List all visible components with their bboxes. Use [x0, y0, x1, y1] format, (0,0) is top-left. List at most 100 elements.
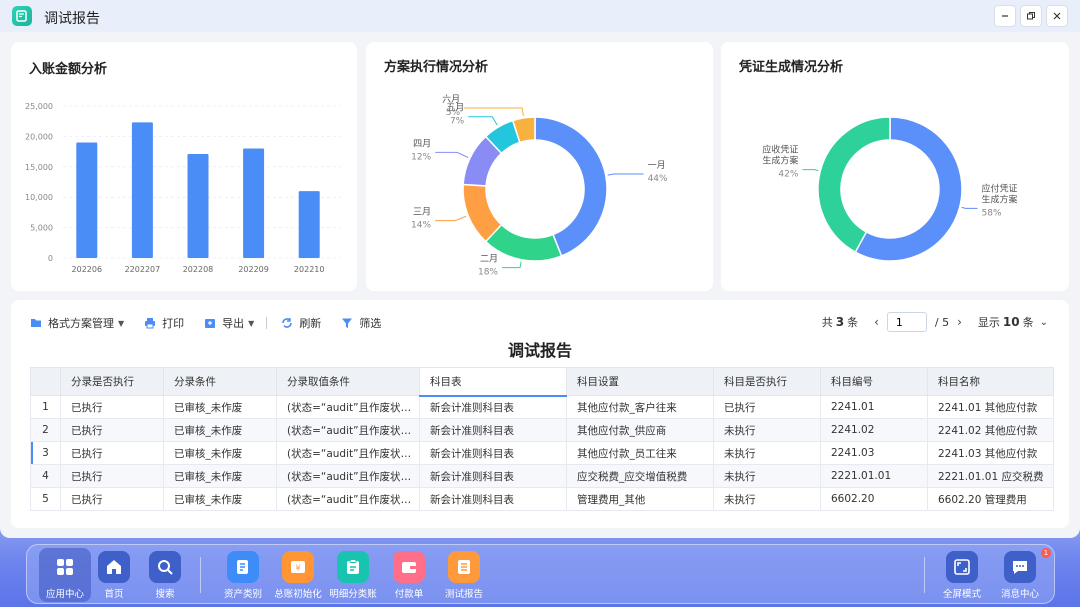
refresh-button[interactable]: 刷新 [281, 315, 321, 331]
dock-label: 总账初始化 [274, 589, 322, 600]
dock-item-ledger-init[interactable]: ¥ 总账初始化 [268, 551, 328, 600]
x-tick-label: 202208 [183, 265, 214, 274]
dock-item-detail-ledger[interactable]: 明细分类账 [323, 551, 383, 600]
search-icon [149, 551, 181, 583]
print-button[interactable]: 打印 [144, 315, 184, 331]
page-size-suffix[interactable]: 条 [1023, 314, 1034, 330]
total-pages: / 5 [934, 315, 950, 329]
column-header[interactable]: 分录条件 [163, 367, 277, 396]
slice-value-label: 18% [478, 268, 498, 278]
report-toolbar: 格式方案管理 ▼ 打印 导出 ▼ 刷新 筛选 [30, 314, 401, 332]
table-cell: 管理费用_其他 [566, 487, 714, 511]
column-header[interactable]: 科目编号 [820, 367, 928, 396]
y-tick-label: 5,000 [30, 224, 53, 233]
pagination: 共 3 条 ‹ / 5 › 显示 10 条 ⌄ [822, 312, 1056, 332]
table-row[interactable]: 4 已执行 已审核_未作废 (状态=“audit”且作废状态... 新会计准则科目表 应交… [30, 464, 1054, 488]
filter-icon [342, 318, 353, 328]
slice-label: 一月 [648, 160, 666, 171]
chevron-down-icon[interactable]: ⌄ [1040, 317, 1048, 328]
donut-slice [817, 116, 891, 254]
row-index: 2 [30, 418, 61, 442]
table-cell: 2221.01.01 应交税费 [927, 464, 1054, 488]
leader-line [502, 261, 522, 269]
page-size-prefix[interactable]: 显示 [978, 314, 1000, 330]
dock-item-payment[interactable]: 付款单 [379, 551, 439, 600]
slice-label: 应收凭证 [762, 144, 798, 156]
slice-value-label: 14% [411, 221, 431, 231]
leader-line [435, 151, 469, 158]
slice-value-label: 58% [982, 208, 1002, 218]
export-button[interactable]: 导出 ▼ [204, 315, 254, 331]
donut-slice [534, 116, 608, 257]
table-cell: 未执行 [713, 418, 821, 442]
page-size-value[interactable]: 10 [1003, 315, 1020, 329]
table-cell: 新会计准则科目表 [419, 464, 567, 488]
refresh-icon [282, 318, 293, 328]
format-scheme-button[interactable]: 格式方案管理 ▼ [30, 315, 124, 331]
voucher-chart-panel: 凭证生成情况分析 应付凭证 生成方案 58% 应收凭证 生成方案 42% [721, 42, 1069, 291]
table-row[interactable]: 2 已执行 已审核_未作废 (状态=“audit”且作废状态... 新会计准则科目表 其他… [30, 418, 1054, 442]
x-tick-label: 202209 [238, 265, 269, 274]
restore-button[interactable] [1020, 5, 1042, 27]
row-index: 3 [30, 441, 61, 465]
close-button[interactable] [1046, 5, 1068, 27]
column-header[interactable]: 分录取值条件 [276, 367, 420, 396]
dock-label: 资产类别 [223, 589, 262, 600]
next-page-icon[interactable]: › [957, 315, 962, 329]
table-cell: 其他应付款_客户往来 [566, 395, 714, 419]
bar [243, 148, 265, 258]
folder-icon [31, 319, 41, 327]
dock-label: 全屏模式 [942, 589, 981, 600]
column-header[interactable]: 科目是否执行 [713, 367, 821, 396]
table-cell: (状态=“audit”且作废状态... [276, 418, 420, 442]
filter-button[interactable]: 筛选 [341, 315, 381, 331]
table-row[interactable]: 5 已执行 已审核_未作废 (状态=“audit”且作废状态... 新会计准则科目表 管理… [30, 487, 1054, 511]
fullscreen-icon [946, 551, 978, 583]
bar [187, 154, 209, 258]
table-cell: 未执行 [713, 441, 821, 465]
y-tick-label: 0 [48, 254, 53, 263]
leader-line [435, 215, 467, 222]
prev-page-icon[interactable]: ‹ [874, 315, 879, 329]
column-header[interactable]: 科目设置 [566, 367, 714, 396]
table-cell: (状态=“audit”且作废状态... [276, 487, 420, 511]
table-cell: 2221.01.01 [820, 464, 928, 488]
table-cell: 2241.01 其他应付款 [927, 395, 1054, 419]
y-tick-label: 25,000 [25, 102, 53, 111]
dock-label: 消息中心 [1000, 589, 1039, 600]
table-cell: 应交税费_应交增值税费 [566, 464, 714, 488]
print-label: 打印 [162, 317, 185, 330]
minimize-button[interactable] [994, 5, 1016, 27]
column-header[interactable]: 分录是否执行 [60, 367, 164, 396]
page-number-input[interactable] [886, 312, 927, 332]
table-cell: 2241.02 [820, 418, 928, 442]
table-cell: 其他应付款_供应商 [566, 418, 714, 442]
dock-divider [924, 557, 925, 593]
table-row[interactable]: 3 已执行 已审核_未作废 (状态=“audit”且作废状态... 新会计准则科目表 其他… [30, 441, 1054, 465]
dock-item-asset-category[interactable]: 资产类别 [213, 551, 273, 600]
table-cell: 2241.02 其他应付款 [927, 418, 1054, 442]
table-row[interactable]: 1 已执行 已审核_未作废 (状态=“audit”且作废状态... 新会计准则科目表 其他… [30, 395, 1054, 419]
x-tick-label: 202206 [72, 265, 103, 274]
table-cell: (状态=“audit”且作废状态... [276, 464, 420, 488]
dock-item-fullscreen[interactable]: 全屏模式 [932, 551, 992, 600]
bottom-dock: 应用中心 首页 搜索 资产类别 ¥ 总账初始化 明细分类账 付款单 测试报告 全… [26, 544, 1055, 604]
dock-item-test-report[interactable]: 测试报告 [434, 551, 494, 600]
dock-label: 付款单 [394, 589, 424, 600]
x-tick-label: 202210 [294, 265, 325, 274]
table-cell: 已审核_未作废 [163, 418, 277, 442]
column-header[interactable]: 科目名称 [927, 367, 1054, 396]
filter-label: 筛选 [359, 317, 382, 330]
dock-item-messages[interactable]: 1 消息中心 [990, 548, 1051, 600]
table-cell: 新会计准则科目表 [419, 441, 567, 465]
chevron-down-icon: ▼ [248, 318, 255, 328]
column-header-active[interactable]: 科目表 [419, 367, 567, 397]
home-icon [98, 551, 130, 583]
dock-item-search[interactable]: 搜索 [135, 551, 195, 600]
window-title: 调试报告 [44, 11, 100, 27]
svg-text:¥: ¥ [295, 564, 300, 573]
y-tick-label: 15,000 [25, 163, 53, 172]
table-cell: 新会计准则科目表 [419, 395, 567, 419]
ledger-icon: ¥ [282, 551, 314, 583]
message-count-badge: 1 [1041, 548, 1051, 558]
